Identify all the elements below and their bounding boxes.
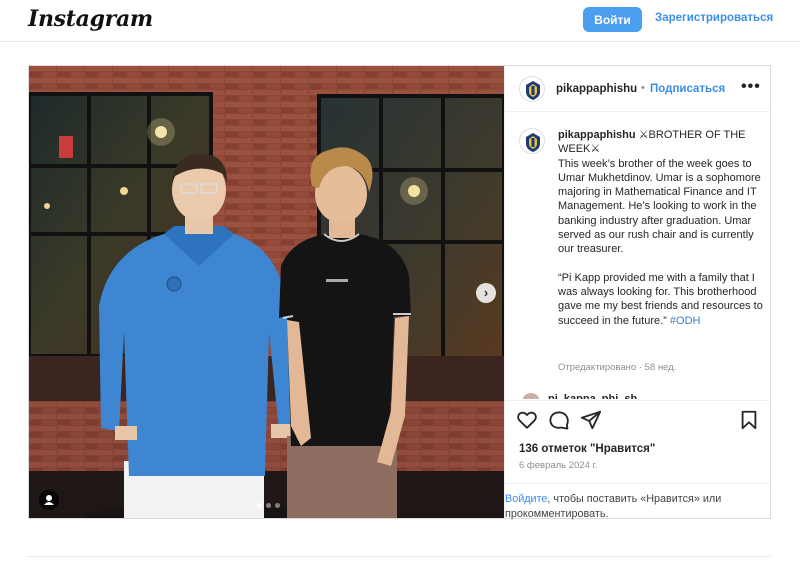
carousel-dot [266, 503, 271, 508]
post-header: pikappaphishu • Подписаться ••• [505, 66, 771, 112]
edited-label: Отредактировано · 58 нед. [558, 362, 677, 373]
hashtag-link[interactable]: #ODH [670, 315, 701, 327]
post-author-username[interactable]: pikappaphishu [556, 83, 637, 95]
crest-icon [521, 130, 544, 153]
separator-dot: • [641, 82, 645, 94]
comment-glyph [549, 411, 569, 430]
post-sidebar: pikappaphishu • Подписаться ••• pikappap… [504, 66, 771, 520]
post-media[interactable]: › [29, 66, 504, 518]
avatar[interactable] [519, 76, 545, 102]
comment-icon[interactable] [548, 409, 570, 431]
bookmark-icon[interactable] [738, 409, 760, 431]
more-options-icon[interactable]: ••• [741, 78, 761, 96]
carousel-indicator [257, 503, 280, 508]
instagram-logo[interactable]: Instagram [28, 6, 153, 32]
avatar[interactable] [522, 393, 540, 399]
login-prompt: Войдите, чтобы поставить «Нравится» или … [505, 483, 771, 522]
carousel-dot [275, 503, 280, 508]
register-link[interactable]: Зарегистрироваться [655, 12, 773, 24]
bookmark-glyph [741, 410, 757, 430]
share-glyph [580, 410, 602, 430]
caption-quote: “Pi Kapp provided me with a family that … [558, 271, 763, 327]
caption-avatar[interactable] [519, 128, 545, 154]
login-button[interactable]: Войти [583, 7, 642, 32]
crest-icon [521, 78, 544, 101]
chevron-right-icon[interactable]: › [476, 283, 496, 303]
comment-username[interactable]: pi_kappa_phi_sh [548, 393, 637, 399]
comment-peek: pi_kappa_phi_sh [522, 393, 752, 399]
heart-icon[interactable] [516, 409, 538, 431]
post-date: 6 февраль 2024 г. [519, 460, 598, 471]
post-photo [29, 66, 504, 518]
caption-body: This week’s brother of the week goes to … [558, 157, 761, 256]
login-link[interactable]: Войдите [505, 493, 547, 505]
user-icon[interactable] [39, 490, 59, 510]
post-caption: pikappaphishu ⚔BROTHER OF THE WEEK⚔ This… [558, 128, 763, 328]
divider [28, 556, 771, 557]
likes-count[interactable]: 136 отметок "Нравится" [519, 443, 655, 455]
follow-button[interactable]: Подписаться [650, 83, 725, 95]
heart-glyph [517, 411, 537, 429]
user-glyph [44, 495, 54, 505]
carousel-dot [257, 503, 262, 508]
share-icon[interactable] [580, 409, 602, 431]
post-card: › pikappaphishu • Подписаться ••• pikapp… [28, 65, 771, 520]
caption-username[interactable]: pikappaphishu [558, 129, 636, 141]
top-bar: Instagram Войти Зарегистрироваться [0, 0, 800, 42]
post-actions: 136 отметок "Нравится" 6 февраль 2024 г.… [505, 400, 771, 520]
